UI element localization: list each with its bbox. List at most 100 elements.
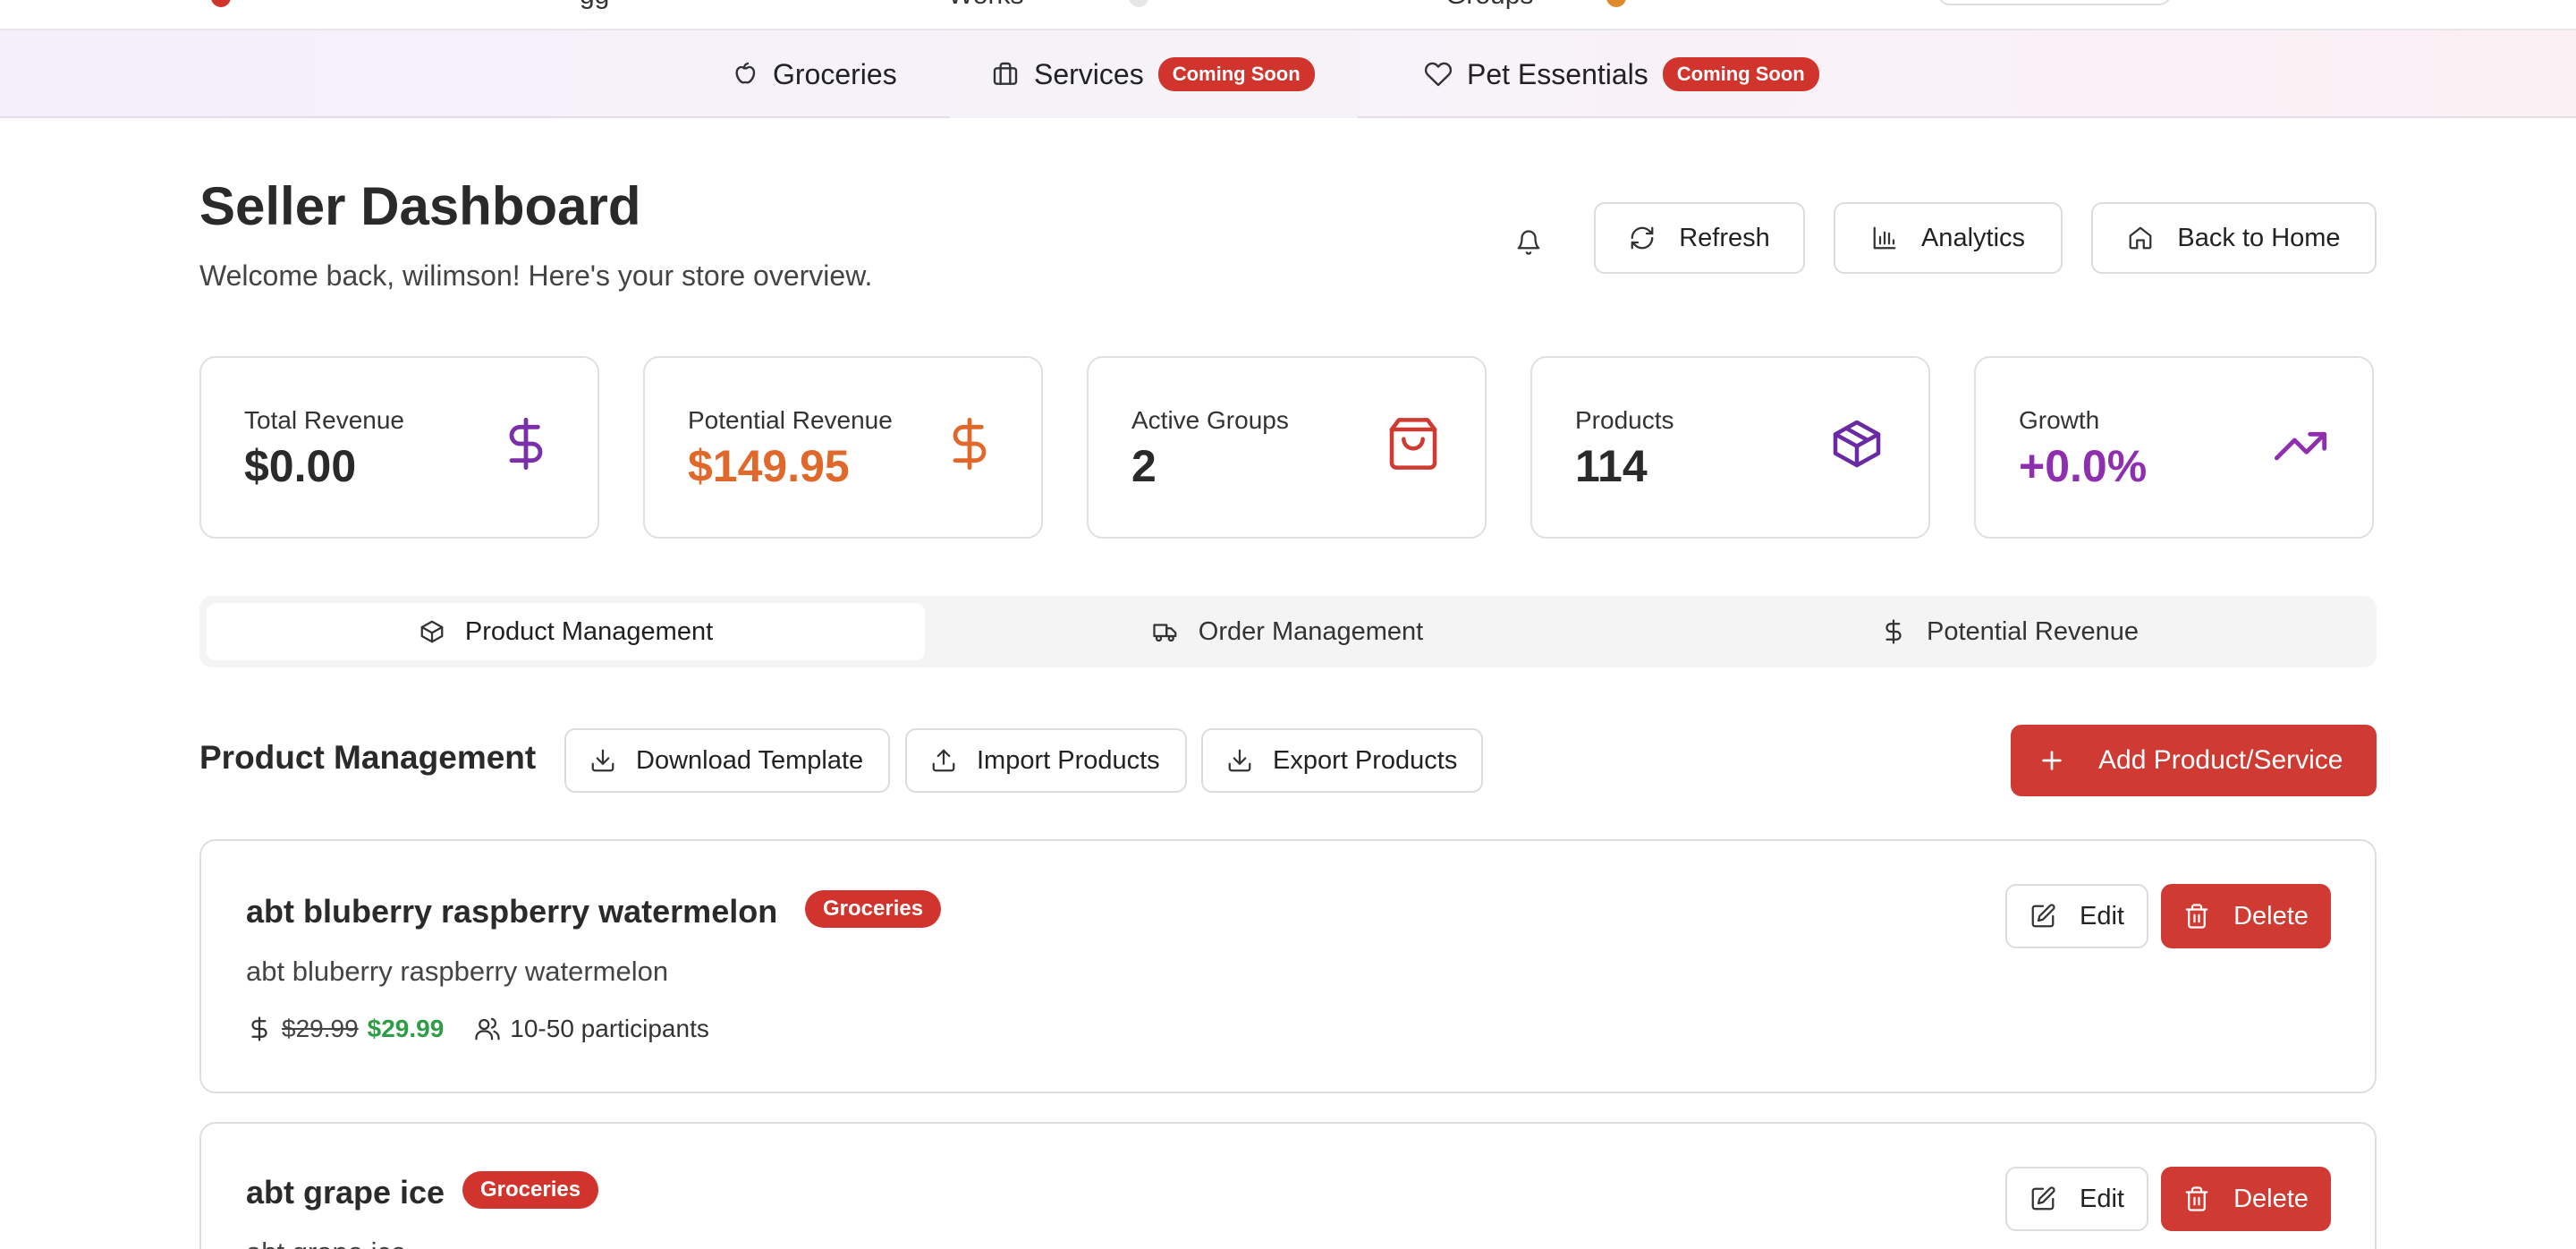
tab-label: Potential Revenue: [1927, 616, 2139, 646]
page-title: Seller Dashboard: [199, 176, 641, 236]
upload-icon: [932, 749, 955, 772]
delete-button[interactable]: Delete: [2161, 884, 2331, 948]
category-label: Groceries: [773, 57, 897, 90]
stat-value: 2: [1131, 441, 1157, 491]
stat-label: Potential Revenue: [688, 406, 893, 434]
stat-card-products: Products 114: [1530, 356, 1930, 539]
import-products-label: Import Products: [977, 745, 1160, 775]
stat-label: Active Groups: [1131, 406, 1289, 434]
bell-icon: [1517, 230, 1540, 255]
section-title: Product Management: [199, 739, 537, 776]
download-icon: [591, 749, 614, 772]
product-card: abt bluberry raspberry watermelon Grocer…: [199, 839, 2377, 1093]
tab-order-management[interactable]: Order Management: [928, 603, 1647, 660]
tab-label: Order Management: [1198, 616, 1424, 646]
nav-link-fragment[interactable]: Works: [948, 0, 1023, 11]
edit-icon: [2031, 1186, 2055, 1211]
notifications-button[interactable]: [1508, 222, 1549, 263]
trash-icon: [2185, 904, 2208, 929]
export-products-button[interactable]: Export Products: [1201, 728, 1483, 793]
stat-label: Total Revenue: [244, 406, 405, 434]
download-icon: [1228, 749, 1251, 772]
stat-value: +0.0%: [2019, 441, 2148, 491]
back-to-home-label: Back to Home: [2177, 223, 2341, 252]
category-label: Pet Essentials: [1467, 57, 1648, 90]
download-template-button[interactable]: Download Template: [564, 728, 890, 793]
stat-label: Products: [1575, 406, 1674, 434]
analytics-label: Analytics: [1920, 223, 2026, 252]
tab-label: Product Management: [464, 616, 714, 646]
group-price: $29.99: [367, 1015, 445, 1042]
category-bar: Groceries Services Coming Soon Pet Essen…: [0, 30, 2576, 118]
add-product-label: Add Product/Service: [2098, 745, 2343, 775]
stat-value: 114: [1575, 441, 1648, 491]
stat-card-potential-revenue: Potential Revenue $149.95: [643, 356, 1043, 539]
product-description: abt bluberry raspberry watermelon: [246, 956, 669, 987]
participants-range: 10-50 participants: [510, 1015, 709, 1042]
home-icon: [2130, 226, 2152, 250]
nav-icon: [1129, 0, 1148, 7]
stat-card-growth: Growth +0.0%: [1974, 356, 2374, 539]
delete-button[interactable]: Delete: [2161, 1167, 2331, 1231]
delete-label: Delete: [2233, 1184, 2309, 1213]
dollar-icon: [953, 417, 987, 471]
truck-icon: [1153, 624, 1177, 642]
edit-button[interactable]: Edit: [2005, 884, 2148, 948]
shopping-bag-icon: [1389, 418, 1437, 470]
package-icon: [420, 620, 444, 643]
export-products-label: Export Products: [1273, 745, 1458, 775]
category-tag: Groceries: [805, 890, 942, 928]
stat-value: $0.00: [244, 441, 357, 491]
product-name: abt grape ice: [246, 1174, 445, 1211]
top-navigation: gg Works Groups: [0, 0, 2576, 30]
dollar-icon: [251, 1016, 267, 1041]
edit-label: Edit: [2080, 901, 2124, 930]
nav-accent-icon: [1606, 0, 1626, 7]
stat-label: Growth: [2019, 406, 2100, 434]
tab-product-management[interactable]: Product Management: [207, 603, 925, 660]
page-subtitle: Welcome back, wilimson! Here's your stor…: [199, 259, 873, 292]
refresh-icon: [1631, 226, 1654, 250]
heart-icon: [1424, 62, 1453, 87]
original-price: $29.99: [282, 1015, 359, 1042]
dashboard-tabs: Product Management Order Management Pote…: [199, 596, 2377, 667]
stat-card-active-groups: Active Groups 2: [1087, 356, 1487, 539]
category-tag: Groceries: [462, 1171, 599, 1209]
edit-label: Edit: [2080, 1184, 2124, 1213]
briefcase-icon: [993, 62, 1018, 85]
category-groceries[interactable]: Groceries: [730, 30, 897, 118]
back-to-home-button[interactable]: Back to Home: [2091, 202, 2377, 274]
tab-potential-revenue[interactable]: Potential Revenue: [1650, 603, 2368, 660]
plus-icon: [2042, 751, 2062, 770]
users-icon: [475, 1017, 500, 1041]
edit-icon: [2031, 904, 2055, 928]
dollar-icon: [1885, 619, 1902, 644]
nav-pill-button[interactable]: [1937, 0, 2172, 5]
refresh-label: Refresh: [1679, 223, 1770, 252]
nav-link-fragment[interactable]: gg: [580, 0, 609, 11]
category-pet-essentials[interactable]: Pet Essentials Coming Soon: [1424, 30, 1819, 118]
coming-soon-badge: Coming Soon: [1157, 57, 1315, 91]
analytics-button[interactable]: Analytics: [1834, 202, 2063, 274]
dollar-icon: [509, 417, 543, 471]
stat-card-total-revenue: Total Revenue $0.00: [199, 356, 599, 539]
product-meta: $29.99 $29.99 10-50 participants: [246, 1015, 709, 1043]
logo-mark-icon: [211, 0, 231, 7]
import-products-button[interactable]: Import Products: [905, 728, 1187, 793]
category-services[interactable]: Services Coming Soon: [950, 30, 1358, 118]
coming-soon-badge: Coming Soon: [1662, 57, 1819, 91]
edit-button[interactable]: Edit: [2005, 1167, 2148, 1231]
download-template-label: Download Template: [636, 745, 864, 775]
product-name: abt bluberry raspberry watermelon: [246, 893, 778, 930]
category-label: Services: [1034, 57, 1144, 90]
apple-icon: [735, 62, 756, 84]
product-description: abt grape ice: [246, 1236, 406, 1249]
trash-icon: [2185, 1186, 2208, 1211]
nav-link-fragment[interactable]: Groups: [1445, 0, 1533, 11]
add-product-button[interactable]: Add Product/Service: [2011, 725, 2377, 796]
trending-up-icon: [2274, 431, 2327, 461]
stat-value: $149.95: [688, 441, 850, 491]
package-icon: [1833, 420, 1881, 468]
bar-chart-icon: [1873, 226, 1896, 250]
refresh-button[interactable]: Refresh: [1594, 202, 1805, 274]
